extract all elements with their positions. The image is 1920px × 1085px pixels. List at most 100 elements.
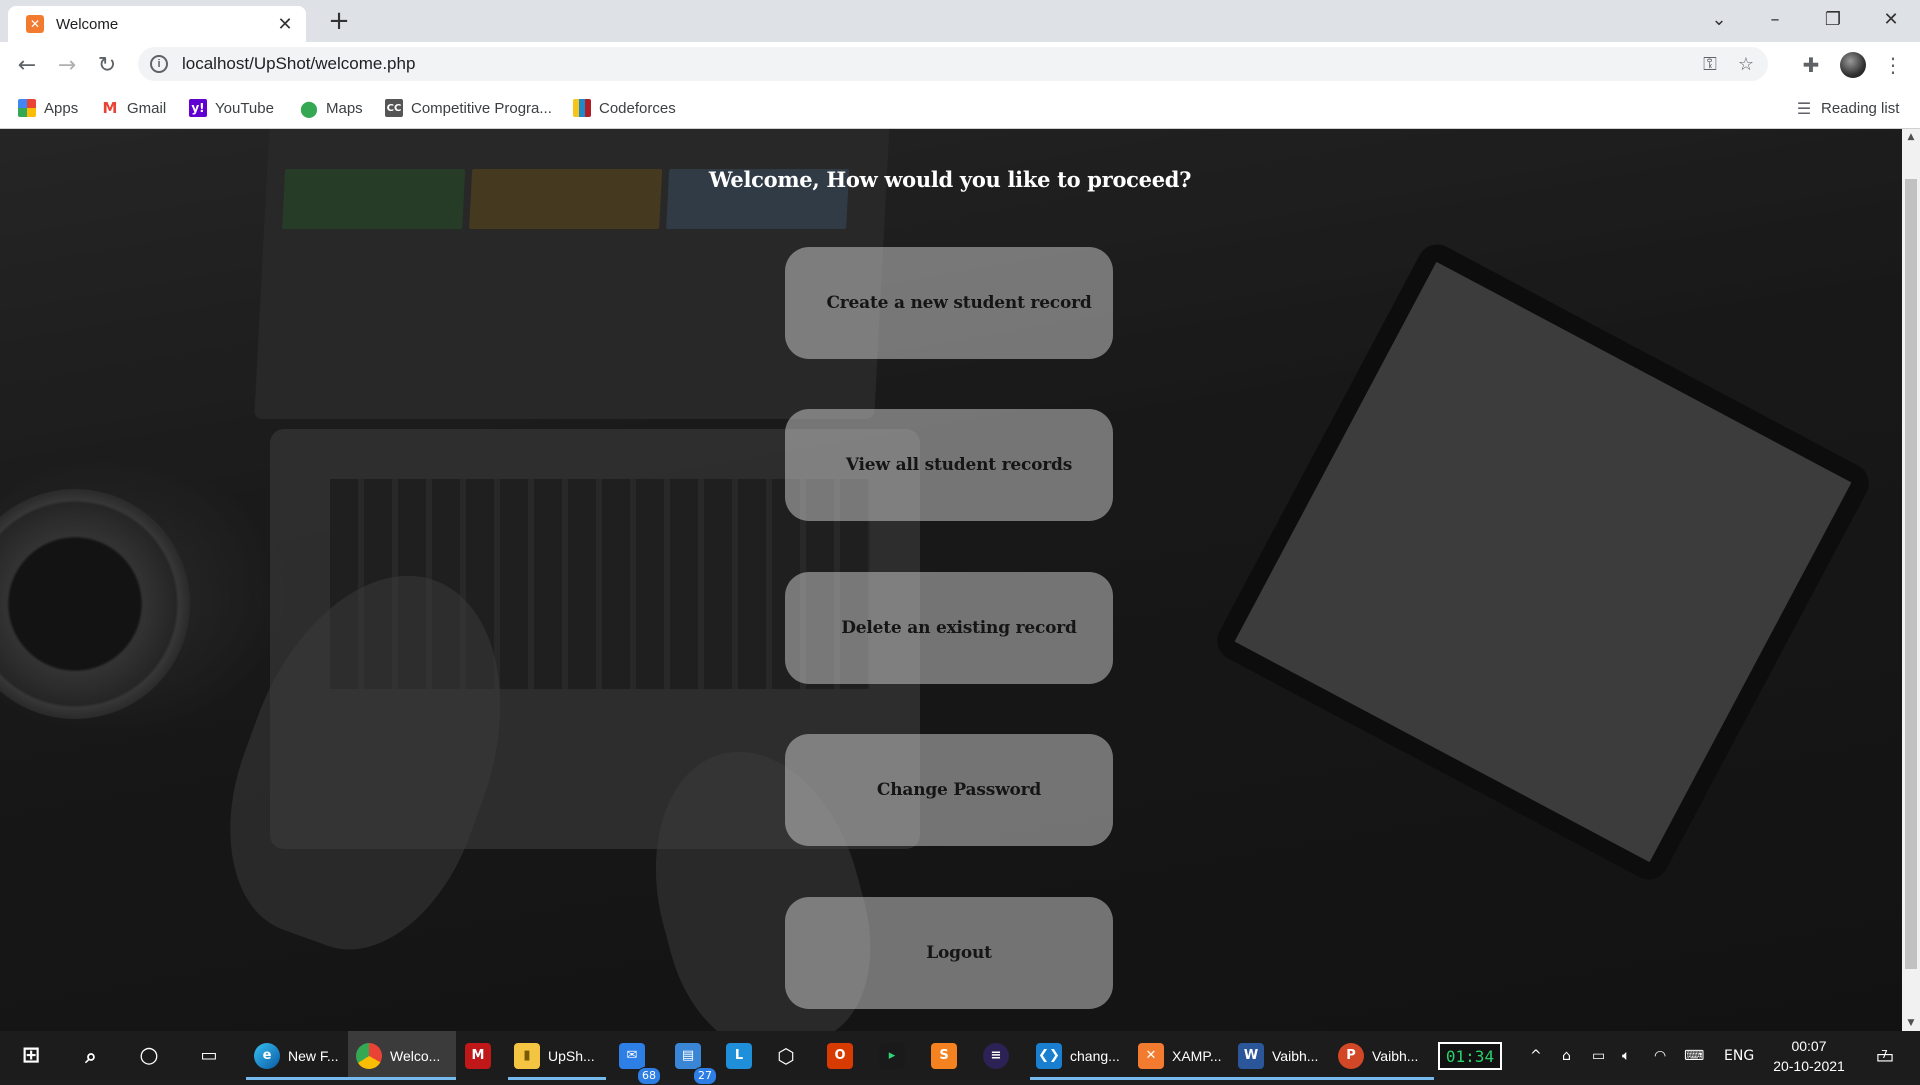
page-content: Welcome, How would you like to proceed? … [0,129,1902,1031]
new-tab-icon[interactable]: + [324,6,354,36]
mcafee-icon: M [465,1042,491,1069]
button-label: Logout [926,943,992,963]
gmail-icon: M [101,99,119,117]
url-text[interactable]: localhost/UpShot/welcome.php [182,54,1696,74]
back-icon[interactable]: ← [12,50,42,80]
timer-widget[interactable]: 01:34 [1438,1042,1502,1070]
close-tab-icon[interactable]: ✕ [274,13,296,35]
notifications-button[interactable]: ▭ 7 [1870,1031,1900,1080]
taskbar-app-arrow[interactable]: ▸ [872,1031,912,1080]
profile-avatar[interactable] [1840,52,1866,78]
bookmark-youtube[interactable]: y! YouTube [189,97,274,119]
view-records-button[interactable]: View all student records [785,409,1113,521]
bookmark-gmail[interactable]: M Gmail [101,97,166,119]
meet-now-icon[interactable]: ⌂ [1562,1031,1571,1080]
battery-icon[interactable]: ▭ [1592,1031,1605,1080]
wifi-icon[interactable]: ◠ [1654,1031,1666,1080]
codeforces-icon [573,99,591,117]
taskbar-app-mail[interactable]: ✉ 68 [612,1031,661,1085]
system-clock[interactable]: 00:07 20-10-2021 [1766,1036,1852,1076]
page-title: Welcome, How would you like to proceed? [708,167,1192,192]
windows-logo-icon: ⊞ [21,1043,41,1068]
clock-time: 00:07 [1791,1038,1827,1054]
taskbar-app-office[interactable]: O [820,1031,860,1080]
button-label: Create a new student record [826,293,1092,313]
eclipse-icon: ≡ [983,1042,1009,1069]
calendar-badge: 27 [693,1066,717,1085]
show-hidden-icons[interactable]: ^ [1530,1031,1542,1080]
bookmark-label: Codeforces [599,99,676,117]
taskbar-app-label: New F... [288,1047,339,1064]
keyboard-icon[interactable]: ⌨ [1684,1031,1704,1080]
vscode-icon: ❮❯ [1036,1042,1062,1069]
language-indicator[interactable]: ENG [1724,1031,1754,1080]
xampp-icon: ✕ [26,15,44,33]
scroll-up-icon[interactable]: ▲ [1902,129,1920,145]
volume-icon[interactable]: 🔈︎ [1622,1031,1630,1080]
chrome-icon [356,1042,382,1069]
windows-taskbar: ⊞ ⌕ ○ ▭ e New F... Welco... M ▮ UpSh... … [0,1031,1920,1085]
key-icon[interactable]: ⚿ [1696,50,1724,78]
taskbar-app-vscode[interactable]: ❮❯ chang... [1030,1031,1136,1080]
reading-list-label: Reading list [1821,99,1900,117]
bookmark-competitive-programming[interactable]: CC Competitive Progra... [385,97,552,119]
taskbar-app-3d-viewer[interactable]: ⬡ [766,1031,806,1080]
tab-title: Welcome [56,15,119,33]
bookmark-codeforces[interactable]: Codeforces [573,97,676,119]
button-label: View all student records [845,455,1073,475]
taskbar-app-powerpoint[interactable]: P Vaibh... [1332,1031,1434,1080]
delete-record-button[interactable]: Delete an existing record [785,572,1113,684]
logout-button[interactable]: Logout [785,897,1113,1009]
create-record-button[interactable]: Create a new student record [785,247,1113,359]
taskbar-app-calendar[interactable]: ▤ 27 [668,1031,717,1085]
task-view-button[interactable]: ▭ [192,1031,226,1080]
task-view-icon: ▭ [200,1045,218,1066]
reload-icon[interactable]: ↻ [92,50,122,80]
bookmark-label: Maps [326,99,363,117]
omnibox[interactable]: i localhost/UpShot/welcome.php ⚿ ☆ [138,47,1768,81]
reading-list-button[interactable]: ☰ Reading list [1795,97,1900,119]
taskbar-app-label: Vaibh... [1272,1047,1319,1064]
clock-date: 20-10-2021 [1773,1058,1845,1074]
change-password-button[interactable]: Change Password [785,734,1113,846]
taskbar-app-mcafee[interactable]: M [458,1031,498,1080]
tab-welcome[interactable]: ✕ Welcome ✕ [8,6,306,42]
bookmark-star-icon[interactable]: ☆ [1732,50,1760,78]
taskbar-app-word[interactable]: W Vaibh... [1232,1031,1334,1080]
forward-icon[interactable]: → [52,50,82,80]
menu-icon[interactable]: ⋮ [1878,50,1908,80]
cortana-circle-icon: ○ [139,1043,159,1068]
cc-icon: CC [385,99,403,117]
taskbar-app-chrome[interactable]: Welco... [348,1031,456,1080]
extensions-icon[interactable]: ✚ [1796,50,1826,80]
bookmark-apps[interactable]: Apps [18,97,78,119]
cortana-button[interactable]: ○ [132,1031,166,1080]
taskbar-app-explorer[interactable]: ▮ UpSh... [508,1031,606,1080]
close-window-icon[interactable]: ✕ [1868,0,1914,38]
taskbar-app-sublime[interactable]: S [924,1031,964,1080]
taskbar-app-label: UpSh... [548,1047,595,1064]
scrollbar-thumb[interactable] [1905,179,1917,969]
taskbar-app-l[interactable]: L [719,1031,759,1080]
taskbar-app-eclipse[interactable]: ≡ [976,1031,1016,1080]
page-scrollbar[interactable]: ▲ ▼ [1902,129,1920,1031]
start-button[interactable]: ⊞ [14,1031,48,1080]
site-info-icon[interactable]: i [150,55,168,73]
address-bar-row: ← → ↻ i localhost/UpShot/welcome.php ⚿ ☆… [0,42,1920,88]
button-label: Delete an existing record [841,618,1077,638]
office-icon: O [827,1042,853,1069]
3d-box-icon: ⬡ [777,1043,795,1068]
search-button[interactable]: ⌕ [74,1031,108,1080]
bookmark-maps[interactable]: ⬤ Maps [300,97,363,119]
taskbar-app-xampp[interactable]: ✕ XAMP... [1132,1031,1234,1080]
folder-icon: ▮ [514,1042,540,1069]
browser-tab-strip: ✕ Welcome ✕ + ⌄ – ❐ ✕ [0,0,1920,42]
apps-grid-icon [18,99,36,117]
tab-search-icon[interactable]: ⌄ [1696,0,1742,38]
taskbar-app-edge[interactable]: e New F... [246,1031,354,1080]
edge-icon: e [254,1042,280,1069]
restore-icon[interactable]: ❐ [1810,0,1856,38]
minimize-icon[interactable]: – [1752,0,1798,38]
bookmark-label: Apps [44,99,79,117]
scroll-down-icon[interactable]: ▼ [1902,1015,1920,1031]
